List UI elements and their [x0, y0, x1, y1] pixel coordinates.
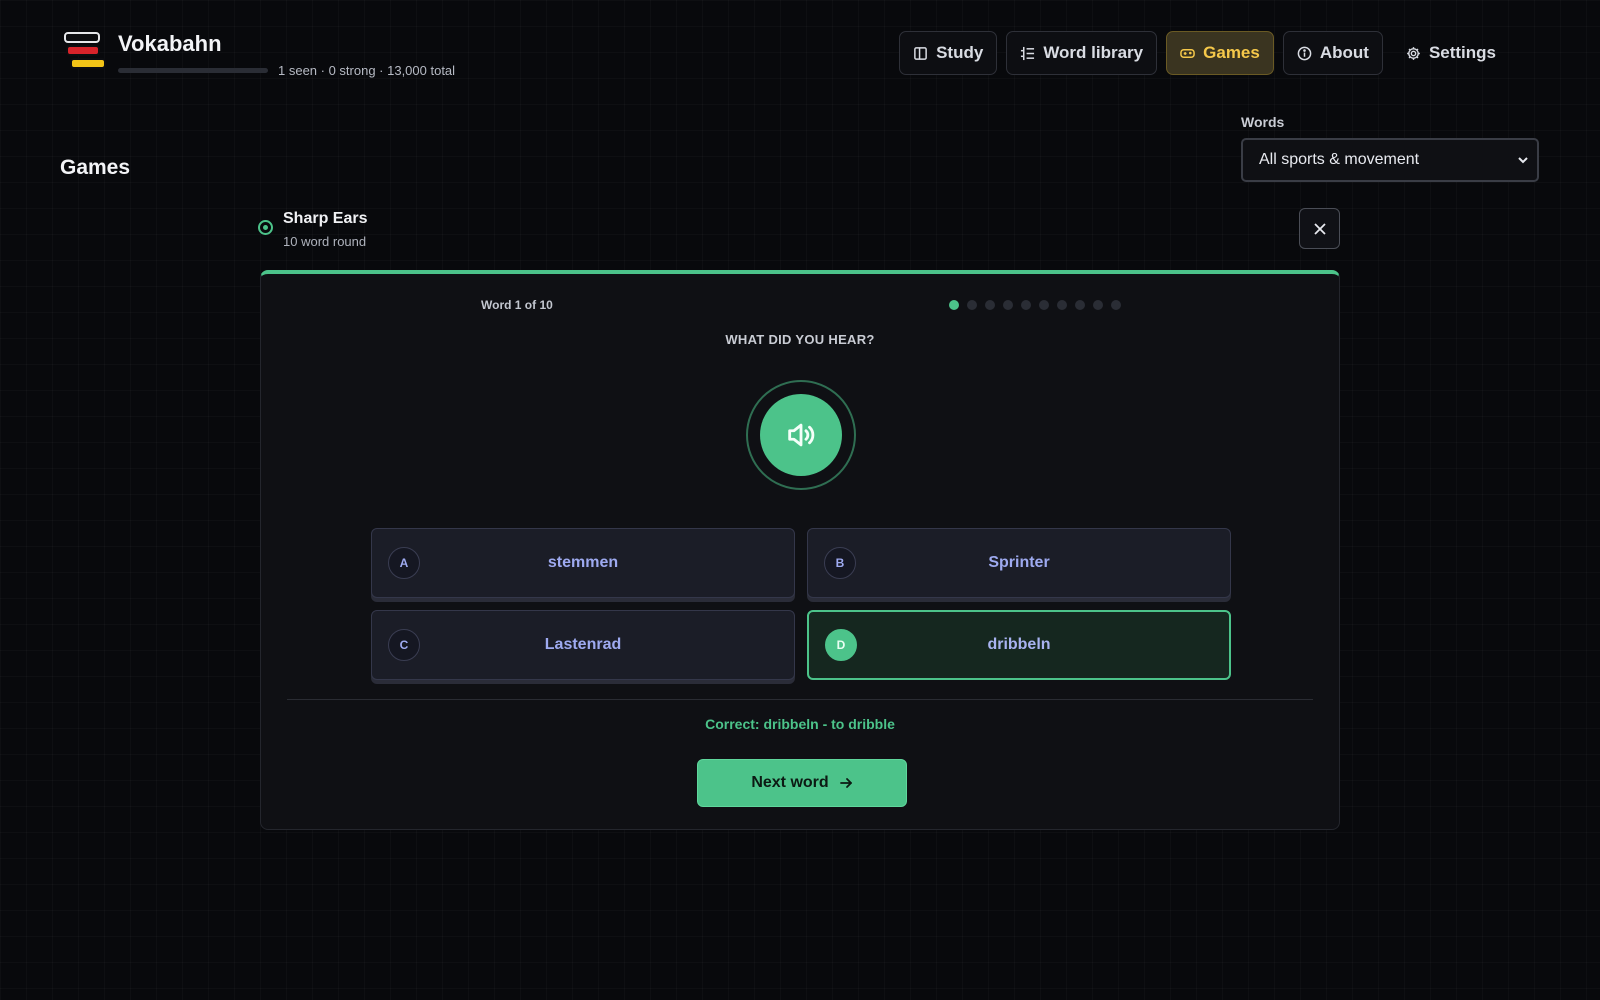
- close-game-button[interactable]: [1299, 208, 1340, 249]
- round-dot: [1093, 300, 1103, 310]
- option-word: Sprinter: [988, 554, 1050, 571]
- option-letter: A: [388, 547, 420, 579]
- words-filter-value: All sports & movement: [1259, 151, 1420, 168]
- gear-icon: [1407, 46, 1420, 60]
- game-name: Sharp Ears: [283, 210, 368, 227]
- nav-games-button[interactable]: Games: [1166, 31, 1274, 75]
- arrow-right-icon: [839, 778, 852, 788]
- game-card: Word 1 of 10 WHAT DID YOU HEAR? A stemme…: [260, 270, 1340, 830]
- nav-settings-label: Settings: [1428, 43, 1496, 62]
- app-logo: [60, 28, 106, 74]
- list-icon: [1021, 46, 1035, 60]
- answer-option-a[interactable]: A stemmen: [371, 528, 795, 598]
- top-nav: Study Word library Games About Settings: [899, 31, 1510, 75]
- round-dot: [1039, 300, 1049, 310]
- nav-study-label: Study: [936, 43, 984, 62]
- answer-feedback: Correct: dribbeln - to dribble: [705, 716, 895, 732]
- round-progress-dots: [949, 300, 1121, 310]
- option-word: Lastenrad: [544, 636, 622, 653]
- app-title: Vokabahn: [118, 31, 222, 56]
- option-word: dribbeln: [987, 636, 1051, 653]
- chevron-down-icon: [1518, 157, 1528, 164]
- option-word: stemmen: [547, 554, 619, 571]
- round-dot: [1021, 300, 1031, 310]
- nav-word-library-button[interactable]: Word library: [1006, 31, 1158, 75]
- divider: [287, 699, 1313, 700]
- round-dot: [949, 300, 959, 310]
- audio-ring: [746, 380, 856, 490]
- nav-study-button[interactable]: Study: [899, 31, 998, 75]
- round-dot: [1057, 300, 1067, 310]
- next-word-label: Next word: [751, 774, 829, 791]
- answer-option-b[interactable]: B Sprinter: [807, 528, 1231, 598]
- speaker-icon: [788, 423, 815, 447]
- close-icon: [1313, 222, 1326, 235]
- nav-word-library-label: Word library: [1043, 43, 1144, 62]
- brand: Vokabahn 1 seen · 0 strong · 13,000 tota…: [60, 28, 455, 78]
- nav-games-label: Games: [1203, 43, 1260, 62]
- words-filter-select[interactable]: All sports & movement: [1241, 138, 1539, 182]
- book-icon: [914, 46, 927, 60]
- nav-about-button[interactable]: About: [1282, 31, 1383, 75]
- option-letter: C: [388, 629, 420, 661]
- nav-about-label: About: [1319, 43, 1369, 62]
- option-letter: D: [825, 629, 857, 661]
- info-icon: [1297, 46, 1312, 60]
- gamepad-icon: [1180, 48, 1195, 58]
- round-dot: [1111, 300, 1121, 310]
- round-dot: [1075, 300, 1085, 310]
- question-prompt: WHAT DID YOU HEAR?: [725, 332, 875, 347]
- stats-text: 1 seen · 0 strong · 13,000 total: [278, 63, 456, 78]
- round-dot: [1003, 300, 1013, 310]
- progress-bar: [118, 68, 268, 73]
- play-audio-button[interactable]: [760, 394, 842, 476]
- page-title: Games: [60, 156, 131, 179]
- round-dot: [985, 300, 995, 310]
- nav-settings-button[interactable]: Settings: [1392, 31, 1510, 75]
- answer-option-d[interactable]: D dribbeln: [807, 610, 1231, 680]
- option-letter: B: [824, 547, 856, 579]
- round-dot: [967, 300, 977, 310]
- word-counter: Word 1 of 10: [481, 298, 553, 312]
- game-meta: 10 word round: [283, 234, 367, 249]
- target-icon: [258, 220, 273, 235]
- words-filter-label: Words: [1241, 114, 1285, 130]
- answer-option-c[interactable]: C Lastenrad: [371, 610, 795, 680]
- next-word-button[interactable]: Next word: [697, 759, 907, 807]
- game-heading: Sharp Ears 10 word round: [258, 210, 367, 249]
